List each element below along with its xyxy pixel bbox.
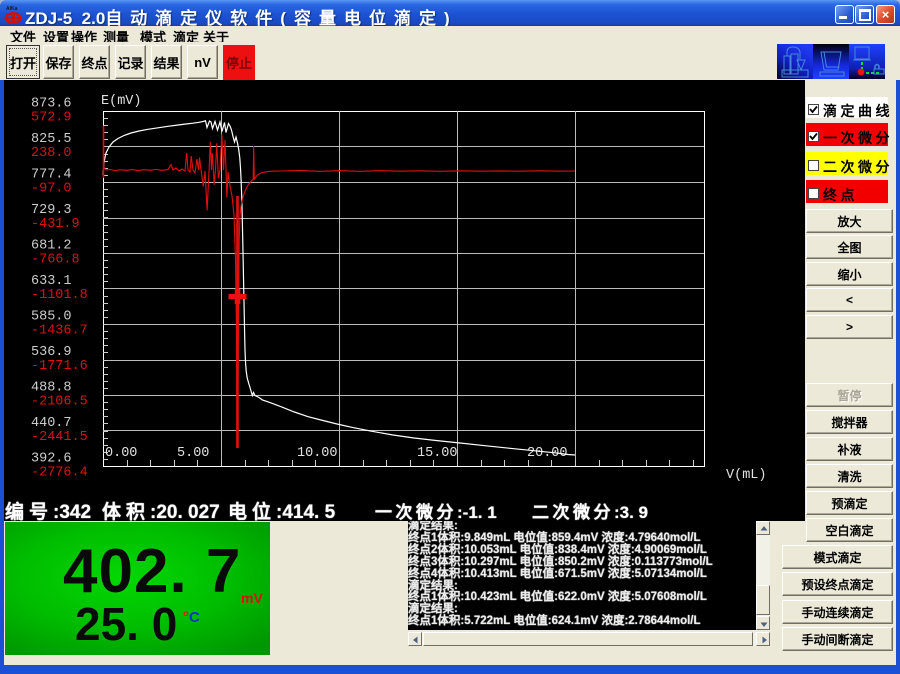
svg-text:392.6: 392.6 [31,452,72,467]
svg-text:-431.9: -431.9 [31,217,80,232]
svg-text:V(mL): V(mL) [726,468,767,483]
svg-text:-97.0: -97.0 [31,182,72,197]
svg-text:0.00: 0.00 [105,446,137,461]
svg-text:5.00: 5.00 [177,446,209,461]
svg-text:681.2: 681.2 [31,239,72,254]
svg-text:-2776.4: -2776.4 [31,466,88,481]
svg-text:825.5: 825.5 [31,132,72,147]
svg-text:777.4: 777.4 [31,168,72,183]
svg-text:E(mV): E(mV) [101,94,142,109]
svg-text:238.0: 238.0 [31,146,72,161]
svg-text:-2441.5: -2441.5 [31,430,88,445]
svg-text:-1436.7: -1436.7 [31,324,88,339]
svg-text:440.7: 440.7 [31,416,72,431]
svg-text:585.0: 585.0 [31,310,72,325]
svg-text:-766.8: -766.8 [31,253,80,268]
svg-text:-1771.6: -1771.6 [31,359,88,374]
svg-text:633.1: 633.1 [31,274,72,289]
svg-text:729.3: 729.3 [31,203,72,218]
svg-text:536.9: 536.9 [31,345,72,360]
svg-text:15.00: 15.00 [417,446,458,461]
svg-text:10.00: 10.00 [297,446,338,461]
svg-text:873.6: 873.6 [31,97,72,112]
svg-text:AIKa: AIKa [6,6,18,12]
svg-text:488.8: 488.8 [31,381,72,396]
svg-text:-2106.5: -2106.5 [31,395,88,410]
svg-text:-1101.8: -1101.8 [31,288,88,303]
svg-text:572.9: 572.9 [31,111,72,126]
